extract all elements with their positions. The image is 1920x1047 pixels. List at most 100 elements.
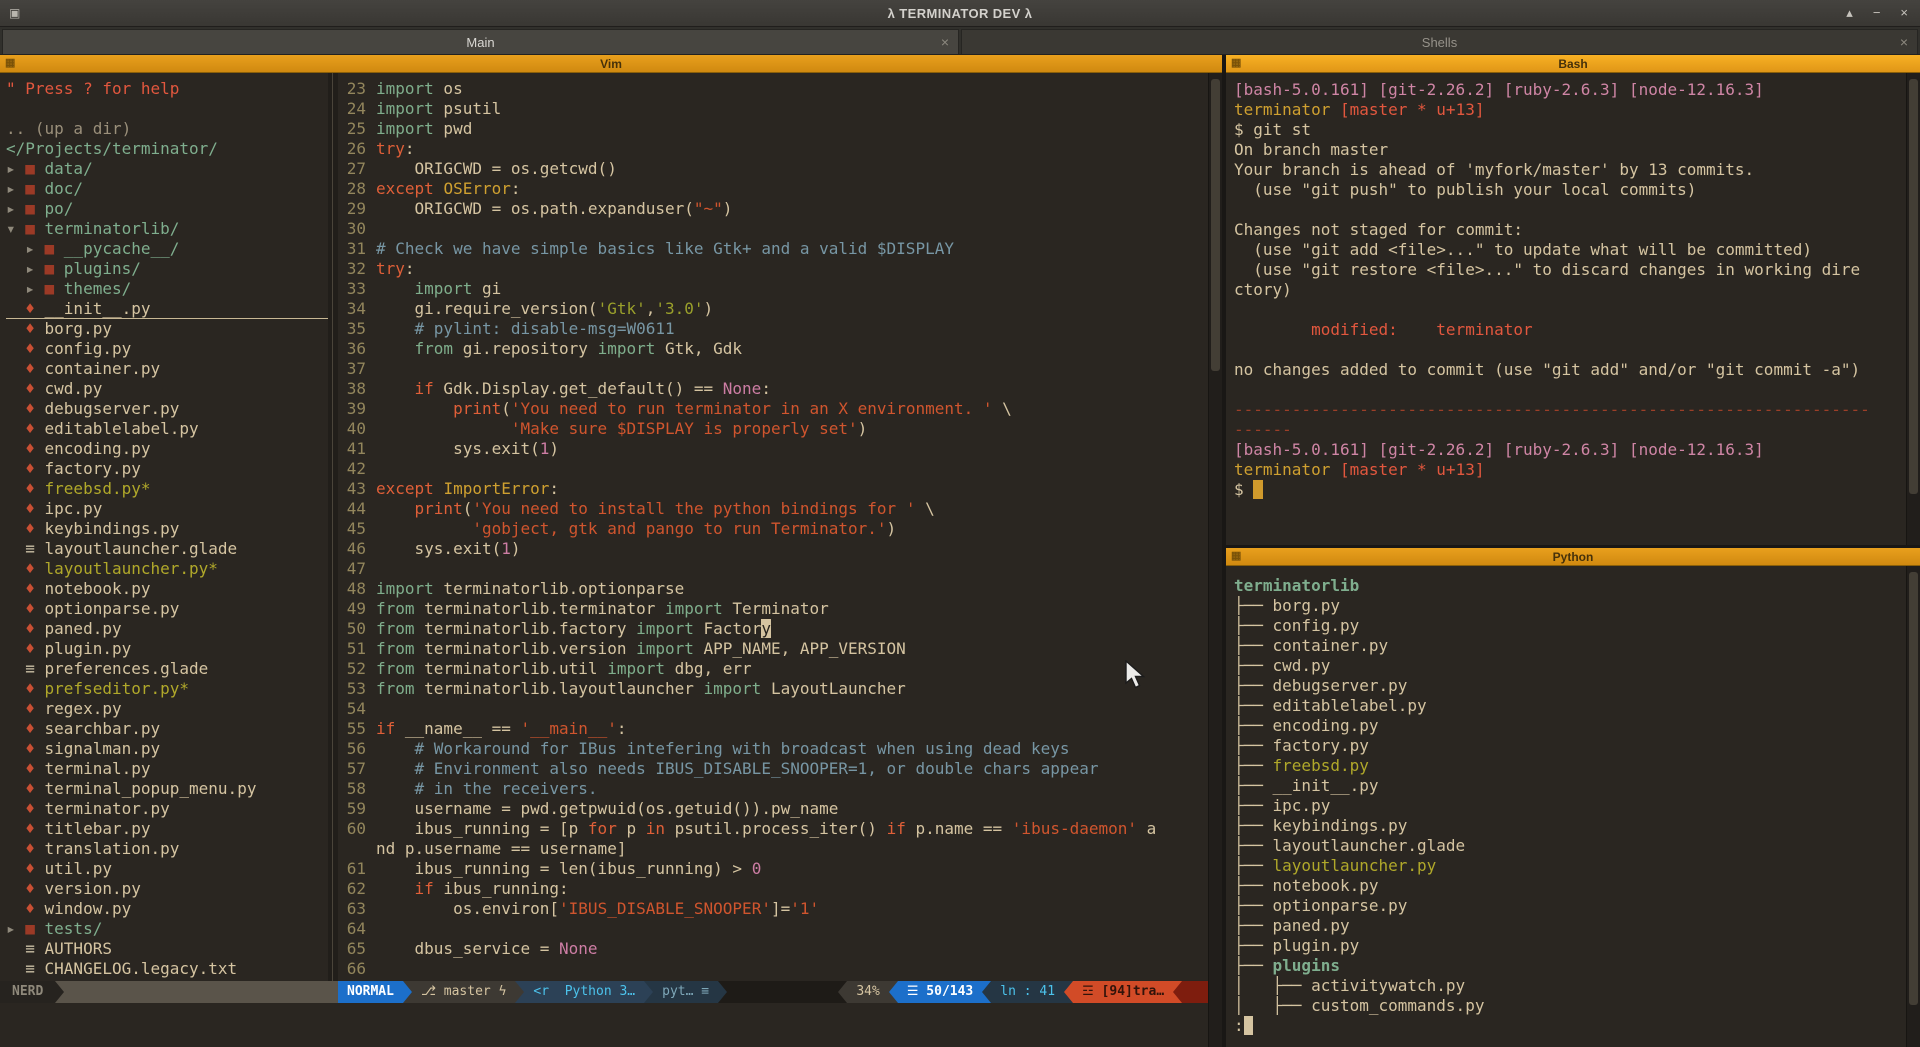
code-line[interactable]: 45 'gobject, gtk and pango to run Termin… <box>346 519 1208 539</box>
code-line[interactable]: 27 ORIGCWD = os.getcwd() <box>346 159 1208 179</box>
code-line[interactable]: 62 if ibus_running: <box>346 879 1208 899</box>
code-line[interactable]: 32try: <box>346 259 1208 279</box>
nerdtree-row[interactable]: </Projects/terminator/ <box>6 139 328 159</box>
nerdtree-row[interactable]: ♦ freebsd.py* <box>6 479 328 499</box>
nerdtree-row[interactable]: ♦ prefseditor.py* <box>6 679 328 699</box>
python-scrollbar[interactable] <box>1906 566 1920 1047</box>
nerdtree-row[interactable]: ♦ ipc.py <box>6 499 328 519</box>
scrollbar-thumb[interactable] <box>1211 79 1220 371</box>
nerdtree-row[interactable]: ▾ ■ terminatorlib/ <box>6 219 328 239</box>
nerdtree-row[interactable]: ▸ ■ data/ <box>6 159 328 179</box>
scrollbar-thumb[interactable] <box>1909 79 1918 494</box>
nerdtree-row[interactable]: ≡ CHANGELOG.legacy.txt <box>6 959 328 979</box>
code-line[interactable]: 51from terminatorlib.version import APP_… <box>346 639 1208 659</box>
code-line[interactable]: 44 print('You need to install the python… <box>346 499 1208 519</box>
code-line[interactable]: 36 from gi.repository import Gtk, Gdk <box>346 339 1208 359</box>
nerdtree-row[interactable]: ♦ util.py <box>6 859 328 879</box>
code-line[interactable]: 28except OSError: <box>346 179 1208 199</box>
code-line[interactable]: 64 <box>346 919 1208 939</box>
code-line[interactable]: 56 # Workaround for IBus intefering with… <box>346 739 1208 759</box>
tab-close-icon[interactable]: × <box>941 34 949 50</box>
code-line[interactable]: 38 if Gdk.Display.get_default() == None: <box>346 379 1208 399</box>
tab-shells[interactable]: Shells × <box>961 29 1918 54</box>
nerdtree-row[interactable]: ♦ terminal_popup_menu.py <box>6 779 328 799</box>
nerdtree-row[interactable]: ≡ AUTHORS <box>6 939 328 959</box>
scrollbar-thumb[interactable] <box>1909 572 1918 1005</box>
nerdtree-row[interactable]: ▸ ■ plugins/ <box>6 259 328 279</box>
code-line[interactable]: 34 gi.require_version('Gtk','3.0') <box>346 299 1208 319</box>
nerdtree-row[interactable]: ♦ terminal.py <box>6 759 328 779</box>
python-terminal[interactable]: terminatorlib├── borg.py├── config.py├──… <box>1226 566 1906 1047</box>
nerdtree-row[interactable]: ≡ preferences.glade <box>6 659 328 679</box>
code-line[interactable]: 26try: <box>346 139 1208 159</box>
code-line[interactable]: 48import terminatorlib.optionparse <box>346 579 1208 599</box>
code-line[interactable]: 54 <box>346 699 1208 719</box>
code-line[interactable]: 40 'Make sure $DISPLAY is properly set') <box>346 419 1208 439</box>
nerdtree-row[interactable]: ♦ terminator.py <box>6 799 328 819</box>
code-line[interactable]: 61 ibus_running = len(ibus_running) > 0 <box>346 859 1208 879</box>
vim-buffer[interactable]: 23import os24import psutil25import pwd26… <box>338 73 1208 981</box>
code-line[interactable]: 35 # pylint: disable-msg=W0611 <box>346 319 1208 339</box>
code-line[interactable]: 50from terminatorlib.factory import Fact… <box>346 619 1208 639</box>
nerdtree-row[interactable]: ♦ debugserver.py <box>6 399 328 419</box>
minimize-button[interactable]: − <box>1873 5 1881 21</box>
code-line[interactable]: 49from terminatorlib.terminator import T… <box>346 599 1208 619</box>
code-line[interactable]: 66 <box>346 959 1208 979</box>
code-line[interactable]: 37 <box>346 359 1208 379</box>
vim-split-divider[interactable] <box>328 73 338 981</box>
nerdtree-row[interactable]: ♦ paned.py <box>6 619 328 639</box>
code-line[interactable]: 25import pwd <box>346 119 1208 139</box>
nerdtree-row[interactable]: ♦ layoutlauncher.py* <box>6 559 328 579</box>
code-line[interactable]: 42 <box>346 459 1208 479</box>
nerdtree-row[interactable]: ♦ keybindings.py <box>6 519 328 539</box>
nerdtree-row[interactable]: ♦ cwd.py <box>6 379 328 399</box>
code-line[interactable]: 59 username = pwd.getpwuid(os.getuid()).… <box>346 799 1208 819</box>
nerdtree-row[interactable]: ♦ config.py <box>6 339 328 359</box>
nerdtree-row[interactable]: ♦ translation.py <box>6 839 328 859</box>
code-line[interactable]: 55if __name__ == '__main__': <box>346 719 1208 739</box>
code-line[interactable]: 53from terminatorlib.layoutlauncher impo… <box>346 679 1208 699</box>
nerdtree-row[interactable]: ▸ ■ doc/ <box>6 179 328 199</box>
code-line[interactable]: 23import os <box>346 79 1208 99</box>
nerdtree-row[interactable]: .. (up a dir) <box>6 119 328 139</box>
bash-pane-titlebar[interactable]: ▦ Bash <box>1226 55 1920 73</box>
nerdtree-panel[interactable]: " Press ? for help .. (up a dir)</Project… <box>0 73 328 981</box>
code-line[interactable]: 46 sys.exit(1) <box>346 539 1208 559</box>
code-line[interactable]: 33 import gi <box>346 279 1208 299</box>
nerdtree-row[interactable]: ♦ editablelabel.py <box>6 419 328 439</box>
nerdtree-row[interactable]: ♦ window.py <box>6 899 328 919</box>
nerdtree-row[interactable]: ♦ optionparse.py <box>6 599 328 619</box>
code-line[interactable]: 24import psutil <box>346 99 1208 119</box>
bash-terminal[interactable]: [bash-5.0.161] [git-2.26.2] [ruby-2.6.3]… <box>1226 73 1906 545</box>
nerdtree-row[interactable]: ♦ searchbar.py <box>6 719 328 739</box>
nerdtree-row[interactable]: ♦ version.py <box>6 879 328 899</box>
nerdtree-row[interactable]: ♦ titlebar.py <box>6 819 328 839</box>
nerdtree-row[interactable]: ♦ factory.py <box>6 459 328 479</box>
window-titlebar[interactable]: ▣ λ TERMINATOR DEV λ ▴ − × <box>0 0 1920 27</box>
nerdtree-row[interactable]: ♦ signalman.py <box>6 739 328 759</box>
vim-scrollbar[interactable] <box>1208 73 1222 1047</box>
shade-button[interactable]: ▴ <box>1846 5 1853 21</box>
nerdtree-row[interactable]: ≡ layoutlauncher.glade <box>6 539 328 559</box>
group-icon[interactable]: ▦ <box>5 56 15 69</box>
nerdtree-row[interactable]: ♦ container.py <box>6 359 328 379</box>
close-button[interactable]: × <box>1900 5 1908 21</box>
nerdtree-row[interactable]: ▸ ■ themes/ <box>6 279 328 299</box>
nerdtree-row[interactable]: ♦ borg.py <box>6 319 328 339</box>
code-line[interactable]: 47 <box>346 559 1208 579</box>
tab-close-icon[interactable]: × <box>1900 34 1908 50</box>
code-line[interactable]: 57 # Environment also needs IBUS_DISABLE… <box>346 759 1208 779</box>
vim-pane-titlebar[interactable]: ▦ Vim <box>0 55 1222 73</box>
python-pane-titlebar[interactable]: ▦ Python <box>1226 548 1920 566</box>
nerdtree-row[interactable] <box>6 99 328 119</box>
nerdtree-row[interactable]: " Press ? for help <box>6 79 328 99</box>
nerdtree-row[interactable]: ▸ ■ tests/ <box>6 919 328 939</box>
nerdtree-row[interactable]: ▸ ■ po/ <box>6 199 328 219</box>
code-line[interactable]: 39 print('You need to run terminator in … <box>346 399 1208 419</box>
group-icon[interactable]: ▦ <box>1231 549 1241 562</box>
tab-main[interactable]: Main × <box>2 29 959 54</box>
nerdtree-row[interactable]: ♦ __init__.py <box>6 299 328 319</box>
nerdtree-row[interactable]: ♦ notebook.py <box>6 579 328 599</box>
nerdtree-row[interactable]: ♦ plugin.py <box>6 639 328 659</box>
code-line[interactable]: 31# Check we have simple basics like Gtk… <box>346 239 1208 259</box>
